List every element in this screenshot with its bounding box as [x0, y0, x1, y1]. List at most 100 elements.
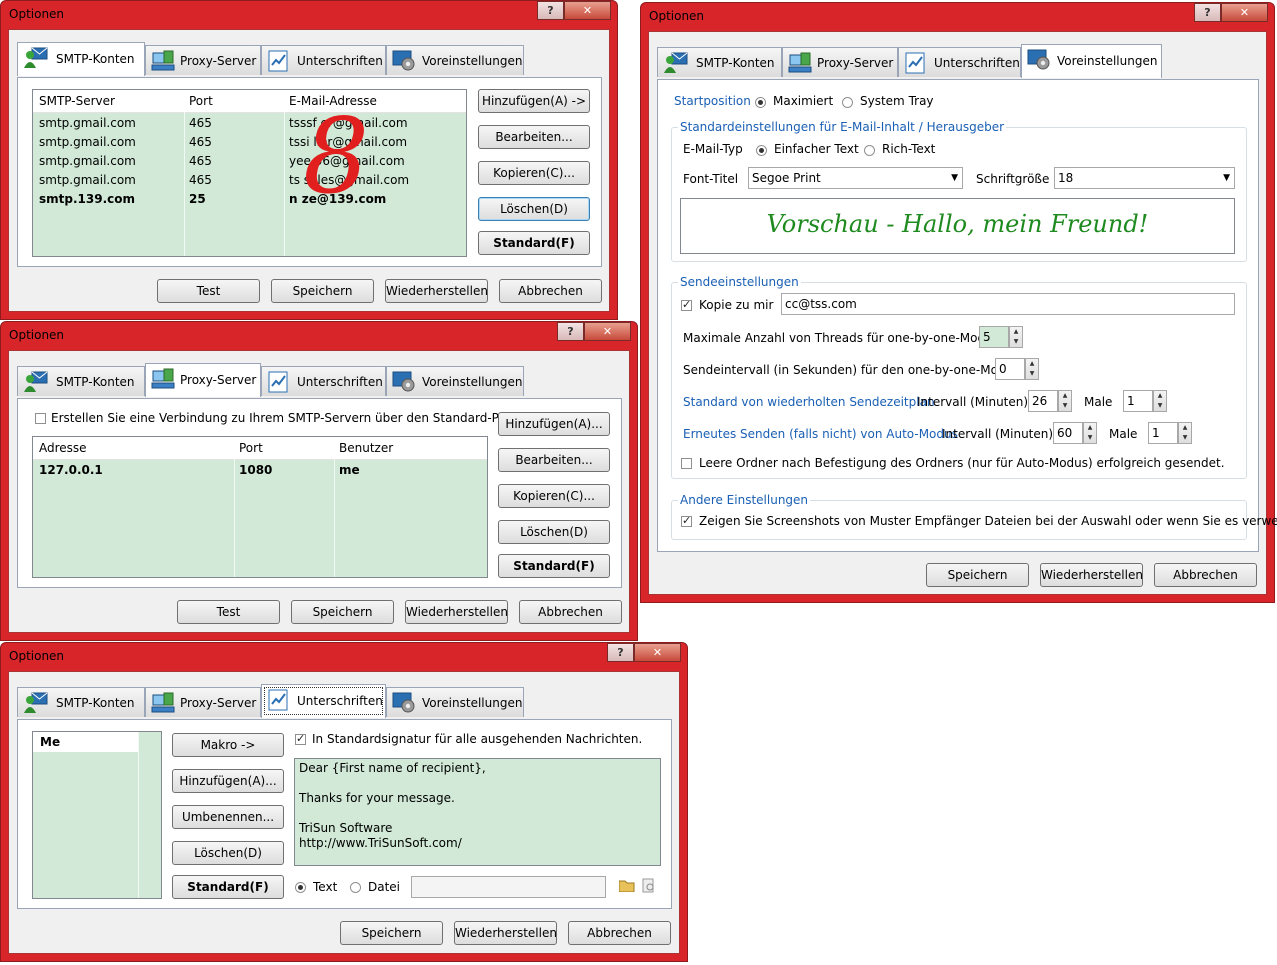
edit-proxy-button[interactable]: Bearbeiten... [498, 448, 610, 472]
schedule-times-spinner[interactable]: ▲ ▼ [1153, 390, 1167, 412]
save-button[interactable]: Speichern [340, 921, 443, 945]
help-button[interactable]: ? [607, 643, 634, 662]
help-button[interactable]: ? [1194, 3, 1221, 22]
startpos-tray-radio[interactable] [842, 97, 853, 108]
table-row[interactable]: smtp.gmail.com 465 ts sales@gmail.com [33, 171, 466, 190]
tab-unterschriften[interactable]: Unterschriften [898, 47, 1021, 77]
cancel-button[interactable]: Abbrechen [568, 921, 671, 945]
column-header[interactable]: Adresse [39, 441, 87, 455]
file-preview-icon[interactable] [642, 878, 656, 893]
copy-smtp-button[interactable]: Kopieren(C)... [478, 161, 590, 185]
cancel-button[interactable]: Abbrechen [519, 600, 622, 624]
tab-proxy-server[interactable]: Proxy-Server [145, 45, 261, 75]
signature-file-input[interactable] [411, 876, 606, 898]
test-button[interactable]: Test [177, 600, 280, 624]
table-row[interactable]: smtp.gmail.com 465 tsssf er@gmail.com [33, 114, 466, 133]
tab-voreinstellungen[interactable]: Voreinstellungen [1021, 44, 1162, 78]
restore-button[interactable]: Wiederherstellen [385, 279, 488, 303]
cancel-button[interactable]: Abbrechen [499, 279, 602, 303]
column-header[interactable]: Port [239, 441, 263, 455]
font-select[interactable]: Segoe Print [748, 167, 963, 189]
startpos-maximized-radio[interactable] [755, 97, 766, 108]
default-signature-button[interactable]: Standard(F) [172, 875, 284, 899]
threads-spinner[interactable]: ▲ ▼ [1009, 326, 1023, 348]
save-button[interactable]: Speichern [271, 279, 374, 303]
restore-button[interactable]: Wiederherstellen [405, 600, 508, 624]
resend-times-input[interactable]: 1 [1148, 422, 1178, 444]
add-smtp-button[interactable]: Hinzufügen(A) -> [478, 89, 590, 113]
signature-list[interactable]: Me [32, 731, 162, 899]
tab-smtp-konten[interactable]: SMTP-Konten [657, 47, 782, 77]
resend-interval-spinner[interactable]: ▲ ▼ [1083, 422, 1097, 444]
interval-input[interactable]: 0 [995, 358, 1025, 380]
rename-signature-button[interactable]: Umbenennen... [172, 805, 284, 829]
add-proxy-button[interactable]: Hinzufügen(A)... [498, 412, 610, 436]
tab-proxy-server[interactable]: Proxy-Server [145, 363, 261, 397]
tab-proxy-server[interactable]: Proxy-Server [145, 687, 261, 717]
macro-button[interactable]: Makro -> [172, 733, 284, 757]
resend-times-spinner[interactable]: ▲ ▼ [1178, 422, 1192, 444]
interval-spinner[interactable]: ▲ ▼ [1025, 358, 1039, 380]
test-button[interactable]: Test [157, 279, 260, 303]
default-signature-checkbox[interactable] [295, 732, 306, 745]
smtp-server-table[interactable]: SMTP-Server Port E-Mail-Adresse smtp.gma… [32, 89, 467, 257]
font-size-select[interactable]: 18 [1054, 167, 1235, 189]
table-row[interactable]: smtp.gmail.com 465 yee 06@gmail.com [33, 152, 466, 171]
tab-smtp-konten[interactable]: SMTP-Konten [17, 42, 145, 76]
close-button[interactable]: ✕ [584, 322, 631, 341]
save-button[interactable]: Speichern [926, 563, 1029, 587]
schedule-interval-input[interactable]: 26 [1028, 390, 1058, 412]
resend-link[interactable]: Erneutes Senden (falls nicht) von Auto-M… [683, 427, 958, 441]
screenshot-checkbox[interactable] [681, 514, 692, 527]
table-row[interactable]: 127.0.0.1 1080 me [33, 461, 487, 480]
edit-smtp-button[interactable]: Bearbeiten... [478, 125, 590, 149]
delete-proxy-button[interactable]: Löschen(D) [498, 520, 610, 544]
signature-type-text-radio[interactable] [295, 882, 306, 893]
table-row[interactable]: smtp.139.com 25 n ze@139.com [33, 190, 466, 209]
close-button[interactable]: ✕ [634, 643, 681, 662]
proxy-table[interactable]: Adresse Port Benutzer 127.0.0.1 1080 me [32, 436, 488, 578]
tab-smtp-konten[interactable]: SMTP-Konten [17, 687, 145, 717]
column-header[interactable]: Benutzer [339, 441, 393, 455]
signature-type-file-radio[interactable] [350, 882, 361, 893]
delete-smtp-button[interactable]: Löschen(D) [478, 197, 590, 221]
add-signature-button[interactable]: Hinzufügen(A)... [172, 769, 284, 793]
open-folder-icon[interactable] [618, 879, 635, 893]
threads-input[interactable]: 5 [979, 326, 1009, 348]
tab-voreinstellungen[interactable]: Voreinstellungen [386, 45, 524, 75]
restore-button[interactable]: Wiederherstellen [1040, 563, 1143, 587]
schedule-link[interactable]: Standard von wiederholten Sendezeitplan [683, 395, 935, 409]
signature-editor[interactable]: Dear {First name of recipient}, Thanks fo… [294, 758, 661, 866]
default-proxy-button[interactable]: Standard(F) [498, 554, 610, 578]
close-button[interactable]: ✕ [564, 1, 611, 20]
tab-unterschriften[interactable]: Unterschriften [261, 366, 386, 396]
tab-proxy-server[interactable]: Proxy-Server [782, 47, 898, 77]
default-smtp-button[interactable]: Standard(F) [478, 231, 590, 255]
list-item[interactable]: Me [33, 732, 138, 752]
restore-button[interactable]: Wiederherstellen [454, 921, 557, 945]
tab-smtp-konten[interactable]: SMTP-Konten [17, 366, 145, 396]
use-proxy-checkbox[interactable] [35, 413, 46, 424]
tab-unterschriften[interactable]: Unterschriften [261, 684, 386, 718]
table-row[interactable]: smtp.gmail.com 465 tssi ller@gmail.com [33, 133, 466, 152]
close-button[interactable]: ✕ [1221, 3, 1268, 22]
column-header[interactable]: SMTP-Server [39, 94, 115, 108]
tab-voreinstellungen[interactable]: Voreinstellungen [386, 366, 524, 396]
empty-folder-checkbox[interactable] [681, 458, 692, 469]
mailtype-plain-radio[interactable] [756, 145, 767, 156]
column-header[interactable]: Port [189, 94, 213, 108]
tab-voreinstellungen[interactable]: Voreinstellungen [386, 687, 524, 717]
cc-address-input[interactable]: cc@tss.com [781, 293, 1235, 315]
save-button[interactable]: Speichern [291, 600, 394, 624]
mailtype-rich-radio[interactable] [864, 145, 875, 156]
schedule-interval-spinner[interactable]: ▲ ▼ [1058, 390, 1072, 412]
copy-proxy-button[interactable]: Kopieren(C)... [498, 484, 610, 508]
help-button[interactable]: ? [557, 322, 584, 341]
delete-signature-button[interactable]: Löschen(D) [172, 841, 284, 865]
tab-unterschriften[interactable]: Unterschriften [261, 45, 386, 75]
cc-me-checkbox[interactable] [681, 298, 692, 311]
schedule-times-input[interactable]: 1 [1123, 390, 1153, 412]
resend-interval-input[interactable]: 60 [1053, 422, 1083, 444]
cancel-button[interactable]: Abbrechen [1154, 563, 1257, 587]
help-button[interactable]: ? [537, 1, 564, 20]
